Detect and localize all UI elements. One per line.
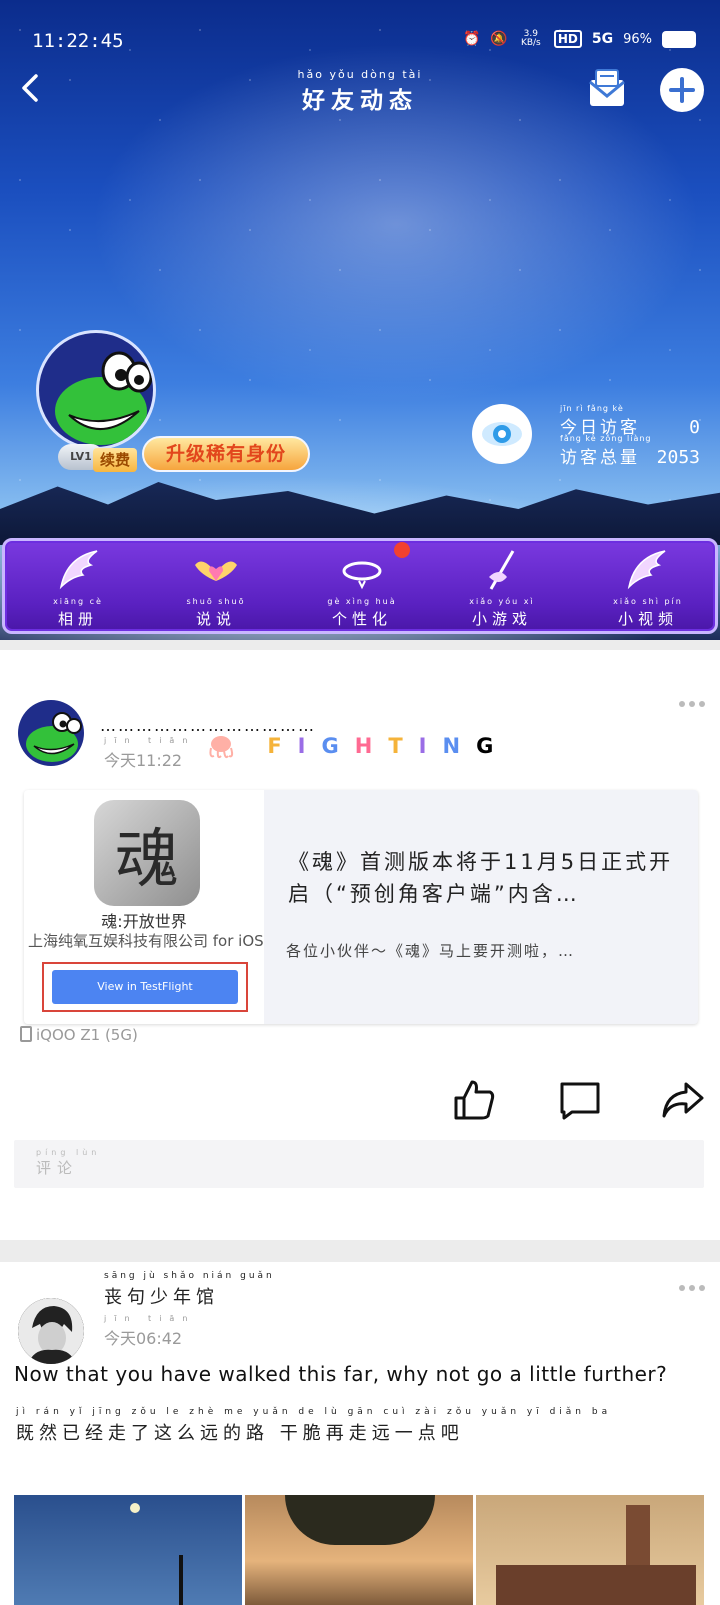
wing-icon xyxy=(627,550,666,590)
shared-link-title: 《魂》首测版本将于11月5日正式开启（“预创角客户端”内含… xyxy=(288,850,674,906)
frog-avatar-icon xyxy=(26,712,82,762)
post-time: jīn tiān 今天06:42 xyxy=(104,1314,196,1348)
upgrade-identity-button[interactable]: 升级稀有身份 xyxy=(142,436,310,472)
tab-short-video[interactable]: xiǎo shì pín 小视频 xyxy=(593,547,703,631)
comment-bubble-icon[interactable] xyxy=(558,1078,602,1122)
tab-album[interactable]: xiāng cè 相册 xyxy=(23,547,133,631)
notification-dot xyxy=(394,542,410,558)
renew-button[interactable]: 续费 xyxy=(93,448,137,472)
street-lamp-icon xyxy=(179,1555,183,1605)
more-options-icon[interactable] xyxy=(678,700,706,708)
shared-link-thumbnail: 魂 魂:开放世界 上海纯氧互娱科技有限公司 for iOS View in Te… xyxy=(24,790,264,1024)
visitor-stats: jīn rì fǎng kè 今日访客 0 fǎng kè zǒng liàng… xyxy=(560,404,700,468)
comment-input[interactable]: píng lùn 评论 xyxy=(14,1140,704,1188)
eye-icon xyxy=(482,422,522,446)
post-photo[interactable] xyxy=(476,1495,704,1605)
battery-percent: 96% xyxy=(623,31,652,47)
today-visitors-pinyin: jīn rì fǎng kè xyxy=(560,404,624,413)
moon-icon xyxy=(130,1503,140,1513)
shared-app-company: 上海纯氧互娱科技有限公司 for iOS xyxy=(28,932,264,950)
today-visitors-count: 0 xyxy=(689,417,700,438)
post-author-name[interactable]: sāng jù shǎo nián guǎn 丧句少年馆 xyxy=(104,1270,275,1309)
page-title-text: 好友动态 xyxy=(302,88,418,114)
signature-decoration: FIGHTING xyxy=(206,734,509,760)
status-bar: 11:22:45 ⏰ 🔕 3.9 KB/s HD 5G 96% xyxy=(32,30,696,56)
post-text-chinese: jì rán yǐ jīng zǒu le zhè me yuǎn de lù … xyxy=(16,1407,612,1444)
total-visitors: fǎng kè zǒng liàng 访客总量 2053 xyxy=(560,434,700,468)
add-post-button[interactable] xyxy=(660,68,704,112)
post-author-name[interactable]: ……………………………… xyxy=(100,716,316,735)
winged-heart-icon xyxy=(195,561,237,581)
post-photo[interactable] xyxy=(14,1495,242,1605)
post-text-english: Now that you have walked this far, why n… xyxy=(14,1362,668,1386)
post-author-avatar[interactable] xyxy=(18,1298,84,1364)
octopus-icon xyxy=(209,736,234,759)
halo-icon xyxy=(342,561,382,590)
tab-personalize[interactable]: gè xìng huà 个性化 xyxy=(307,547,417,631)
mute-icon: 🔕 xyxy=(490,31,508,47)
post-author-avatar[interactable] xyxy=(18,700,84,766)
battery-icon xyxy=(662,30,696,48)
status-icons: ⏰ 🔕 3.9 KB/s HD 5G 96% xyxy=(463,30,696,48)
anime-avatar-icon xyxy=(18,1298,84,1364)
tree-canopy xyxy=(285,1495,435,1545)
testflight-button: View in TestFlight xyxy=(52,970,238,1004)
feed-post: ……………………………… jīn tiān 今天11:22 FIGHTING 魂… xyxy=(0,650,720,1240)
sword-wing-icon xyxy=(489,550,515,590)
total-visitors-pinyin: fǎng kè zǒng liàng xyxy=(560,434,652,443)
share-arrow-icon[interactable] xyxy=(660,1078,704,1122)
post-device: iQOO Z1 (5G) xyxy=(20,1026,138,1044)
hd-icon: HD xyxy=(553,30,582,48)
shared-link-card[interactable]: 魂 魂:开放世界 上海纯氧互娱科技有限公司 for iOS View in Te… xyxy=(24,790,698,1024)
alarm-icon: ⏰ xyxy=(462,31,481,47)
tab-minigame[interactable]: xiǎo yóu xì 小游戏 xyxy=(447,547,557,631)
more-options-icon[interactable] xyxy=(678,1284,706,1292)
message-inbox-icon[interactable] xyxy=(588,68,626,108)
like-thumb-icon[interactable] xyxy=(452,1078,496,1122)
rooftops xyxy=(496,1565,696,1605)
visitor-eye-button[interactable] xyxy=(472,404,532,464)
tab-talk[interactable]: shuō shuō 说说 xyxy=(161,547,271,631)
shared-link-description: 各位小伙伴～《魂》马上要开测啦，… xyxy=(286,942,576,960)
total-visitors-label: 访客总量 xyxy=(560,448,640,468)
net-speed: 3.9 KB/s xyxy=(520,29,541,48)
app-icon: 魂 xyxy=(94,800,200,906)
total-visitors-count: 2053 xyxy=(656,447,700,468)
post-photo[interactable] xyxy=(245,1495,473,1605)
wing-icon xyxy=(59,550,98,590)
shared-app-name: 魂:开放世界 xyxy=(101,912,187,931)
status-time: 11:22:45 xyxy=(32,30,124,52)
phone-icon xyxy=(20,1026,32,1042)
post-time: jīn tiān 今天11:22 xyxy=(104,736,196,770)
signal-icon: 5G xyxy=(591,31,614,47)
plus-icon xyxy=(669,77,695,103)
user-avatar[interactable] xyxy=(36,330,156,450)
feature-tab-bar: xiāng cè 相册 shuō shuō 说说 gè xìng huà 个性化… xyxy=(2,538,718,634)
